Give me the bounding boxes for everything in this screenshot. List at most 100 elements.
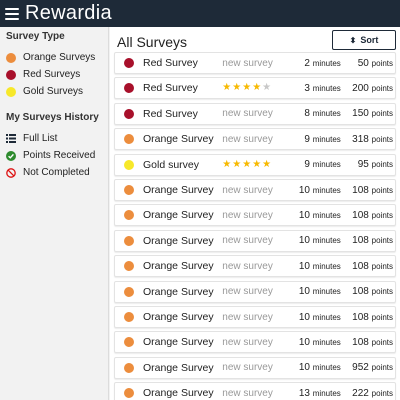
survey-duration: 9 minutes bbox=[284, 134, 341, 145]
sidebar-item-label: Orange Surveys bbox=[23, 52, 96, 63]
survey-row[interactable]: Orange Survey new survey 10 minutes 108 poi… bbox=[114, 179, 396, 201]
duration-value: 9 bbox=[304, 159, 310, 171]
orange-dot-icon bbox=[124, 388, 134, 399]
rating-stars: ★ ★ ★ ★ ★ bbox=[222, 158, 284, 170]
survey-row[interactable]: Orange Survey new survey 10 minutes 108 poi… bbox=[114, 204, 396, 227]
duration-value: 10 bbox=[298, 336, 310, 348]
survey-row[interactable]: Orange Survey new survey 10 minutes 108 poi… bbox=[114, 229, 396, 252]
star-icon: ★ bbox=[262, 82, 272, 94]
sidebar-item-label: Red Surveys bbox=[23, 69, 81, 80]
surveys-history-heading: My Surveys History bbox=[6, 112, 99, 123]
red-dot-icon bbox=[124, 58, 134, 68]
orange-dot-icon bbox=[124, 261, 134, 272]
points-value: 108 bbox=[352, 311, 369, 323]
survey-name: Red Survey bbox=[143, 57, 198, 69]
sidebar-item-label: Gold Surveys bbox=[23, 86, 84, 97]
survey-points: 108 points bbox=[341, 312, 395, 323]
survey-status: new survey bbox=[222, 362, 273, 374]
survey-status: new survey bbox=[222, 387, 273, 399]
points-value: 318 bbox=[352, 133, 369, 145]
survey-row[interactable]: Orange Survey new survey 13 minutes 222 poi… bbox=[114, 382, 396, 400]
points-unit: points bbox=[371, 363, 393, 373]
duration-unit: minutes bbox=[312, 134, 341, 144]
orange-dot-icon bbox=[124, 362, 134, 373]
survey-status: new survey bbox=[222, 184, 273, 196]
hamburger-menu-icon[interactable] bbox=[5, 7, 19, 20]
survey-row[interactable]: Orange Survey new survey 10 minutes 108 poi… bbox=[114, 255, 396, 278]
duration-unit: minutes bbox=[312, 58, 341, 68]
survey-row[interactable]: Orange Survey new survey 10 minutes 108 poi… bbox=[114, 306, 396, 328]
sidebar-item-red-surveys[interactable]: Red Surveys bbox=[0, 66, 108, 83]
survey-row[interactable]: Orange Survey new survey 10 minutes 108 poi… bbox=[114, 280, 396, 303]
duration-unit: minutes bbox=[312, 363, 341, 373]
points-value: 108 bbox=[352, 235, 369, 247]
survey-status: new survey bbox=[222, 235, 273, 247]
points-value: 108 bbox=[352, 286, 369, 298]
sidebar-item-gold-surveys[interactable]: Gold Surveys bbox=[0, 83, 108, 100]
duration-value: 10 bbox=[298, 184, 310, 196]
star-icon: ★ bbox=[242, 158, 252, 170]
star-icon: ★ bbox=[232, 158, 242, 170]
survey-row[interactable]: Orange Survey new survey 10 minutes 952 poi… bbox=[114, 356, 396, 379]
main-panel: All Surveys ⬍ Sort Red Survey new survey 2… bbox=[110, 27, 400, 400]
survey-row[interactable]: Orange Survey new survey 10 minutes 108 poi… bbox=[114, 331, 396, 354]
survey-status: new survey bbox=[222, 57, 273, 69]
points-value: 108 bbox=[352, 184, 369, 196]
sidebar-item-orange-surveys[interactable]: Orange Surveys bbox=[0, 49, 108, 66]
main-header: All Surveys ⬍ Sort bbox=[110, 27, 400, 52]
points-unit: points bbox=[371, 312, 393, 322]
survey-status: new survey bbox=[222, 133, 273, 145]
points-value: 222 bbox=[352, 387, 369, 399]
survey-points: 108 points bbox=[341, 235, 395, 246]
orange-dot-icon bbox=[124, 337, 134, 348]
survey-row[interactable]: Red Survey new survey 2 minutes 50 points bbox=[114, 52, 396, 74]
orange-dot-icon bbox=[124, 185, 134, 195]
survey-status: new survey bbox=[222, 108, 273, 120]
survey-name: Red Survey bbox=[143, 107, 198, 120]
survey-row[interactable]: Orange Survey new survey 9 minutes 318 poin… bbox=[114, 128, 396, 151]
survey-status: new survey bbox=[222, 311, 273, 323]
duration-unit: minutes bbox=[312, 337, 341, 347]
duration-value: 10 bbox=[298, 286, 310, 298]
survey-name: Orange Survey bbox=[143, 336, 214, 349]
app-logo[interactable]: Rewardia bbox=[25, 2, 112, 25]
survey-status: new survey bbox=[222, 336, 273, 348]
sidebar-item-points-received[interactable]: Points Received bbox=[0, 147, 108, 164]
points-value: 95 bbox=[357, 159, 369, 171]
survey-duration: 10 minutes bbox=[284, 337, 341, 348]
duration-unit: minutes bbox=[312, 236, 341, 246]
survey-points: 108 points bbox=[341, 337, 395, 348]
survey-duration: 10 minutes bbox=[284, 210, 341, 221]
survey-row[interactable]: Gold survey ★ ★ ★ ★ ★ 9 minutes 95 points bbox=[114, 153, 396, 176]
survey-name: Orange Survey bbox=[143, 133, 214, 146]
points-unit: points bbox=[371, 210, 393, 220]
survey-duration: 10 minutes bbox=[284, 185, 341, 196]
survey-row[interactable]: Red Survey ★ ★ ★ ★ ★ 3 minutes 200 points bbox=[114, 77, 396, 100]
points-unit: points bbox=[371, 236, 393, 246]
duration-value: 2 bbox=[304, 57, 310, 69]
survey-status: new survey bbox=[222, 286, 273, 298]
sort-arrows-icon: ⬍ bbox=[349, 35, 357, 45]
survey-duration: 9 minutes bbox=[284, 159, 340, 171]
sidebar-item-not-completed[interactable]: Not Completed bbox=[0, 164, 108, 181]
red-dot-icon bbox=[6, 69, 16, 80]
points-unit: points bbox=[371, 388, 393, 398]
check-circle-icon bbox=[6, 150, 16, 161]
sidebar-item-full-list[interactable]: Full List bbox=[0, 130, 108, 147]
points-unit: points bbox=[371, 287, 393, 297]
sidebar-item-label: Points Received bbox=[23, 150, 96, 161]
survey-name: Orange Survey bbox=[143, 209, 214, 222]
star-icon: ★ bbox=[222, 158, 232, 170]
points-value: 108 bbox=[352, 336, 369, 348]
orange-dot-icon bbox=[6, 52, 16, 63]
points-unit: points bbox=[371, 185, 393, 195]
sort-button[interactable]: ⬍ Sort bbox=[332, 30, 396, 50]
duration-unit: minutes bbox=[312, 109, 341, 119]
points-unit: points bbox=[371, 337, 393, 347]
survey-row[interactable]: Red Survey new survey 8 minutes 150 points bbox=[114, 102, 396, 125]
points-unit: points bbox=[371, 160, 393, 170]
points-value: 108 bbox=[352, 209, 369, 221]
points-value: 200 bbox=[352, 82, 369, 94]
survey-status: new survey bbox=[222, 209, 273, 221]
survey-points: 150 points bbox=[341, 108, 395, 119]
